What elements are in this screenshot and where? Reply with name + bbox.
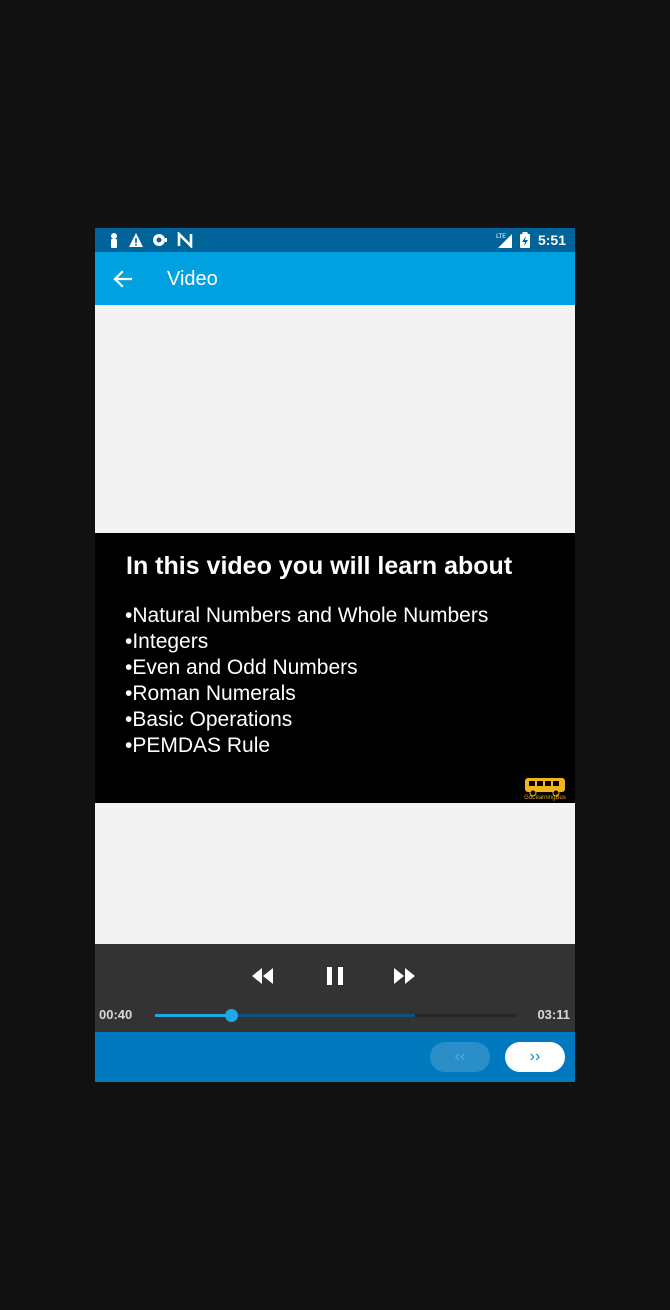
back-arrow-icon[interactable] (109, 266, 137, 292)
video-frame[interactable]: In this video you will learn about •Natur… (95, 533, 575, 803)
topic-item: •PEMDAS Rule (125, 734, 271, 757)
topic-item: •Basic Operations (125, 708, 293, 731)
status-bar: LTE 5:51 (95, 228, 575, 252)
topic-list: •Natural Numbers and Whole Numbers •Integ… (125, 603, 488, 759)
n-icon (177, 232, 193, 248)
seek-bar[interactable] (155, 1009, 516, 1022)
topic-item: •Roman Numerals (125, 682, 296, 705)
current-time: 00:40 (99, 1007, 133, 1022)
seek-progress (155, 1014, 231, 1017)
battery-charging-icon (520, 232, 530, 248)
next-button[interactable]: ›› (505, 1042, 565, 1072)
bottom-nav: ‹‹ ›› (95, 1032, 575, 1082)
media-controls: 00:40 03:11 (95, 944, 575, 1032)
svg-text:LTE: LTE (496, 233, 506, 240)
fast-forward-icon[interactable] (389, 962, 421, 990)
topic-item: •Even and Odd Numbers (125, 656, 358, 679)
page-title: Video (167, 268, 218, 290)
seek-thumb[interactable] (224, 1009, 238, 1022)
topic-item: •Integers (125, 630, 209, 653)
rewind-icon[interactable] (246, 962, 278, 990)
phone-screen: LTE 5:51 Video In this video you will le… (95, 228, 575, 1082)
status-time: 5:51 (537, 232, 566, 248)
lte-signal-icon: LTE (496, 233, 512, 248)
logo-caption: GoLearningBus (524, 795, 566, 801)
total-time: 03:11 (537, 1007, 570, 1022)
warning-icon (129, 233, 143, 247)
topic-item: •Natural Numbers and Whole Numbers (125, 604, 489, 627)
person-icon (111, 233, 117, 248)
pause-icon[interactable] (319, 962, 351, 990)
previous-button[interactable]: ‹‹ (430, 1042, 490, 1072)
video-heading: In this video you will learn about (126, 552, 513, 580)
record-icon (153, 234, 167, 246)
app-bar: Video (95, 252, 575, 305)
